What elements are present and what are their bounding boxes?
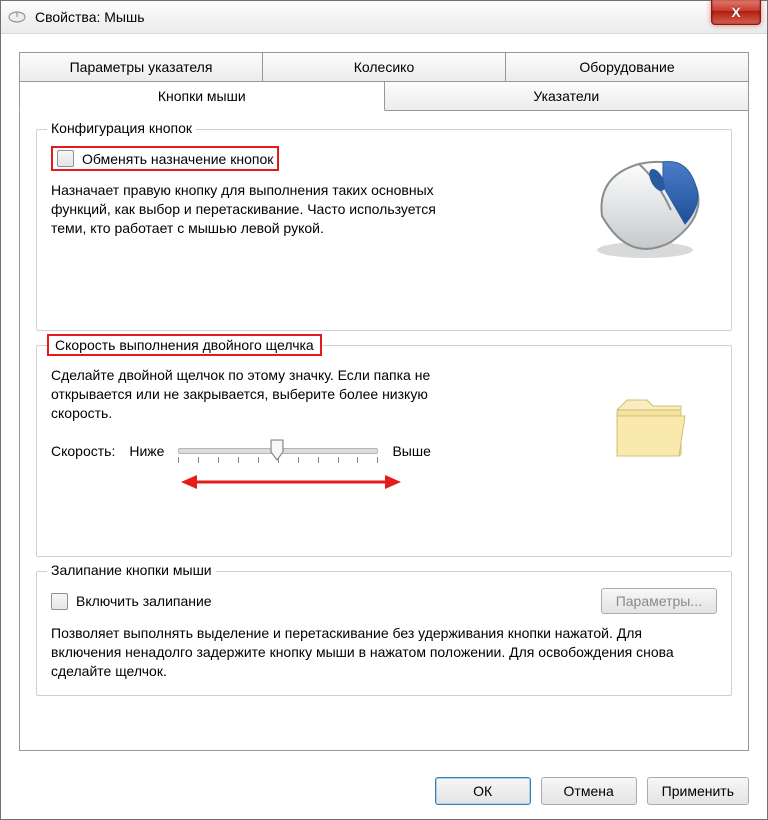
dialog-body: Параметры указателя Колесико Оборудовани… [1, 34, 767, 751]
legend-button-config: Конфигурация кнопок [47, 120, 196, 136]
legend-doubleclick: Скорость выполнения двойного щелчка [47, 334, 322, 356]
mouse-icon [7, 10, 27, 24]
group-clicklock: Залипание кнопки мыши Включить залипание… [36, 571, 732, 696]
doubleclick-speed-slider[interactable] [178, 437, 378, 465]
tab-panel-buttons: Конфигурация кнопок Обменять назначение … [19, 111, 749, 751]
close-button[interactable]: X [711, 0, 761, 25]
speed-slow-label: Ниже [129, 443, 164, 459]
swap-buttons-description: Назначает правую кнопку для выполнения т… [51, 181, 471, 238]
apply-button[interactable]: Применить [647, 777, 749, 805]
speed-fast-label: Выше [392, 443, 430, 459]
mouse-illustration [567, 146, 717, 266]
tab-buttons[interactable]: Кнопки мыши [19, 81, 385, 111]
slider-thumb[interactable] [270, 439, 284, 461]
clicklock-label: Включить залипание [76, 593, 212, 609]
ok-button[interactable]: ОК [435, 777, 531, 805]
clicklock-checkbox[interactable]: Включить залипание [51, 593, 212, 610]
legend-clicklock: Залипание кнопки мыши [47, 562, 216, 578]
tab-container: Параметры указателя Колесико Оборудовани… [19, 52, 749, 751]
doubleclick-description: Сделайте двойной щелчок по этому значку.… [51, 366, 471, 423]
titlebar: Свойства: Мышь X [1, 1, 767, 34]
cancel-button[interactable]: Отмена [541, 777, 637, 805]
tab-hardware[interactable]: Оборудование [506, 52, 749, 81]
highlight-swap-checkbox: Обменять назначение кнопок [51, 146, 279, 171]
annotation-arrow-icon [181, 471, 401, 493]
tab-pointers[interactable]: Указатели [385, 81, 750, 111]
checkbox-icon [51, 593, 68, 610]
window-title: Свойства: Мышь [35, 9, 145, 25]
group-doubleclick: Скорость выполнения двойного щелчка Сдел… [36, 345, 732, 557]
swap-buttons-label: Обменять назначение кнопок [82, 151, 273, 167]
clicklock-description: Позволяет выполнять выделение и перетаск… [51, 624, 691, 681]
tab-row-back: Параметры указателя Колесико Оборудовани… [19, 52, 749, 81]
dialog-button-bar: ОК Отмена Применить [435, 777, 749, 805]
mouse-properties-window: Свойства: Мышь X Параметры указателя Кол… [0, 0, 768, 820]
doubleclick-test-folder[interactable] [601, 376, 701, 476]
speed-label: Скорость: [51, 443, 115, 459]
close-icon: X [731, 4, 740, 20]
clicklock-row: Включить залипание Параметры... [51, 588, 717, 614]
swap-buttons-checkbox[interactable]: Обменять назначение кнопок [57, 150, 273, 167]
tab-wheel[interactable]: Колесико [263, 52, 506, 81]
clicklock-settings-button[interactable]: Параметры... [601, 588, 717, 614]
tab-row-front: Кнопки мыши Указатели [19, 81, 749, 111]
tab-pointer-options[interactable]: Параметры указателя [19, 52, 263, 81]
group-button-config: Конфигурация кнопок Обменять назначение … [36, 129, 732, 331]
checkbox-icon [57, 150, 74, 167]
